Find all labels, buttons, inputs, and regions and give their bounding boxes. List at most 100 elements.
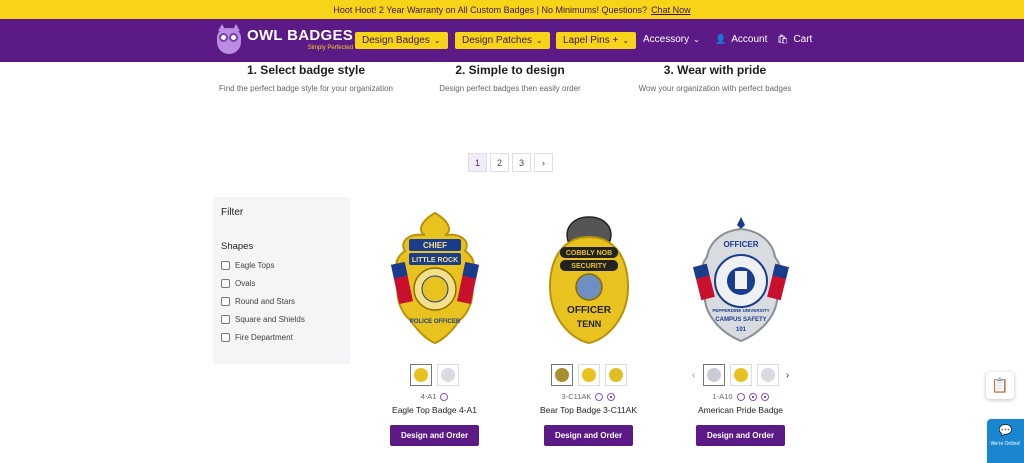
video-icon[interactable] — [748, 392, 757, 401]
nav-accessory[interactable]: Accessory ⌄ — [643, 34, 700, 45]
filter-option-label: Ovals — [235, 279, 256, 288]
cart-icon: 🛍 — [777, 34, 789, 44]
announcement-text: Hoot Hoot! 2 Year Warranty on All Custom… — [333, 4, 648, 15]
info-icon[interactable] — [440, 392, 449, 401]
nav-account[interactable]: 👤 Account — [715, 34, 767, 45]
product-name[interactable]: American Pride Badge — [663, 405, 818, 415]
nav-lapel-pins[interactable]: Lapel Pins + ⌄ — [556, 32, 637, 49]
filter-option-label: Square and Shields — [235, 315, 305, 324]
product-image-eagle-badge[interactable]: CHIEF LITTLE ROCK POLICE OFFICER — [357, 205, 512, 353]
product-sku-row: 1-A10 — [663, 392, 818, 401]
chat-widget-text: We're Online! — [990, 441, 1021, 447]
badge-text-little-rock: LITTLE ROCK — [411, 257, 457, 264]
badge-text-cobbly-nob: COBBLY NOB — [565, 250, 611, 257]
site-header: OWL BADGES Simply Perfected Design Badge… — [0, 19, 1024, 62]
filter-option-ovals[interactable]: Ovals — [221, 279, 342, 288]
product-name[interactable]: Eagle Top Badge 4-A1 — [357, 405, 512, 415]
nav-account-label: Account — [731, 34, 768, 45]
product-name[interactable]: Bear Top Badge 3-C11AK — [511, 405, 666, 415]
page-2-button[interactable]: 2 — [490, 153, 509, 172]
checkbox[interactable] — [221, 297, 230, 306]
step-description: Design perfect badges then easily order — [439, 84, 581, 93]
checkbox[interactable] — [221, 279, 230, 288]
video-icon[interactable] — [607, 392, 616, 401]
badge-text-university: PEPPERDINE UNIVERSITY — [712, 308, 769, 313]
page-1-button[interactable]: 1 — [468, 153, 487, 172]
product-image-american-pride-badge[interactable]: OFFICER PEPPERDINE UNIVERSITY CAMPUS SAF… — [663, 205, 818, 353]
nav-design-badges[interactable]: Design Badges ⌄ — [355, 32, 448, 49]
product-sku: 3-C11AK — [561, 392, 592, 401]
chevron-down-icon: ⌄ — [693, 35, 700, 44]
badge-text-police-officer: POLICE OFFICER — [409, 319, 460, 325]
checkbox[interactable] — [221, 261, 230, 270]
chat-bubble-icon: 💬 — [998, 425, 1013, 437]
swatch-gold[interactable] — [577, 364, 600, 386]
swatch-gold[interactable] — [410, 364, 432, 386]
chat-widget[interactable]: 💬 We're Online! — [987, 419, 1024, 463]
step-simple-design: 2. Simple to design Design perfect badge… — [415, 62, 605, 95]
page-3-button[interactable]: 3 — [512, 153, 531, 172]
design-and-order-button[interactable]: Design and Order — [696, 425, 785, 446]
swatch-gold-black[interactable] — [550, 364, 573, 386]
badge-text-campus-safety: CAMPUS SAFETY — [715, 317, 766, 323]
product-image-bear-badge[interactable]: COBBLY NOB SECURITY OFFICER TENN — [511, 205, 666, 353]
product-sku-row: 4-A1 — [357, 392, 512, 401]
pagination: 1 2 3 › — [468, 153, 553, 172]
filter-group-shapes: Shapes — [221, 241, 254, 252]
info-icon[interactable] — [595, 392, 604, 401]
logo[interactable]: OWL BADGES Simply Perfected — [216, 24, 353, 54]
filter-panel: Filter Shapes Eagle Tops Ovals Round and… — [213, 197, 350, 364]
filter-option-label: Fire Department — [235, 333, 293, 342]
swatch-gold[interactable] — [729, 364, 752, 386]
nav-lapel-pins-label: Lapel Pins + — [563, 35, 619, 46]
product-sku: 4-A1 — [420, 392, 437, 401]
step-title: 3. Wear with pride — [663, 63, 767, 77]
filter-option-round-stars[interactable]: Round and Stars — [221, 297, 342, 306]
chevron-down-icon: ⌄ — [536, 36, 543, 45]
filter-option-eagle-tops[interactable]: Eagle Tops — [221, 261, 342, 270]
video-icon[interactable] — [760, 392, 769, 401]
swatch-silver-alt[interactable] — [756, 364, 779, 386]
product-sku-row: 3-C11AK — [511, 392, 666, 401]
step-select-style: 1. Select badge style Find the perfect b… — [211, 62, 401, 95]
chevron-down-icon: ⌄ — [622, 36, 630, 45]
owl-logo-icon — [216, 24, 242, 54]
product-card: COBBLY NOB SECURITY OFFICER TENN 3-C11AK… — [511, 205, 666, 446]
step-title: 1. Select badge style — [246, 63, 366, 77]
filter-option-label: Eagle Tops — [235, 261, 275, 270]
nav-design-patches-label: Design Patches — [462, 35, 533, 46]
chevron-down-icon: ⌄ — [433, 36, 441, 45]
badge-text-tenn: TENN — [576, 319, 601, 329]
swatch-silver[interactable] — [437, 364, 459, 386]
brand-name: OWL BADGES — [247, 26, 354, 44]
filter-title: Filter — [221, 207, 244, 218]
checkbox[interactable] — [221, 315, 230, 324]
nav-design-patches[interactable]: Design Patches ⌄ — [455, 32, 550, 49]
design-and-order-button[interactable]: Design and Order — [390, 425, 479, 446]
announcement-bar: Hoot Hoot! 2 Year Warranty on All Custom… — [0, 0, 1024, 19]
badge-text-security: SECURITY — [571, 263, 607, 270]
swatch-prev-arrow-icon[interactable]: ‹ — [690, 370, 698, 381]
swatch-next-arrow-icon[interactable]: › — [784, 370, 792, 381]
checkbox[interactable] — [221, 333, 230, 342]
variant-swatches — [511, 364, 666, 386]
variant-swatches: ‹ › — [663, 364, 818, 386]
chat-now-link[interactable]: Chat Now — [651, 5, 691, 15]
badge-text-number: 101 — [735, 327, 746, 333]
nav-cart[interactable]: 🛍 Cart — [777, 34, 812, 45]
notes-widget-icon[interactable]: 📋 — [986, 372, 1014, 399]
next-page-button[interactable]: › — [534, 153, 553, 172]
design-and-order-button[interactable]: Design and Order — [544, 425, 633, 446]
filter-option-fire-department[interactable]: Fire Department — [221, 333, 342, 342]
product-sku: 1-A10 — [712, 392, 733, 401]
swatch-silver[interactable] — [702, 364, 725, 386]
info-icon[interactable] — [736, 392, 745, 401]
step-title: 2. Simple to design — [455, 63, 565, 77]
variant-swatches — [357, 364, 512, 386]
nav-design-badges-label: Design Badges — [362, 35, 430, 46]
nav-accessory-label: Accessory — [643, 34, 690, 45]
badge-text-officer: OFFICER — [723, 240, 758, 249]
product-card: OFFICER PEPPERDINE UNIVERSITY CAMPUS SAF… — [663, 205, 818, 446]
filter-option-square-shields[interactable]: Square and Shields — [221, 315, 342, 324]
swatch-gold-alt[interactable] — [604, 364, 627, 386]
